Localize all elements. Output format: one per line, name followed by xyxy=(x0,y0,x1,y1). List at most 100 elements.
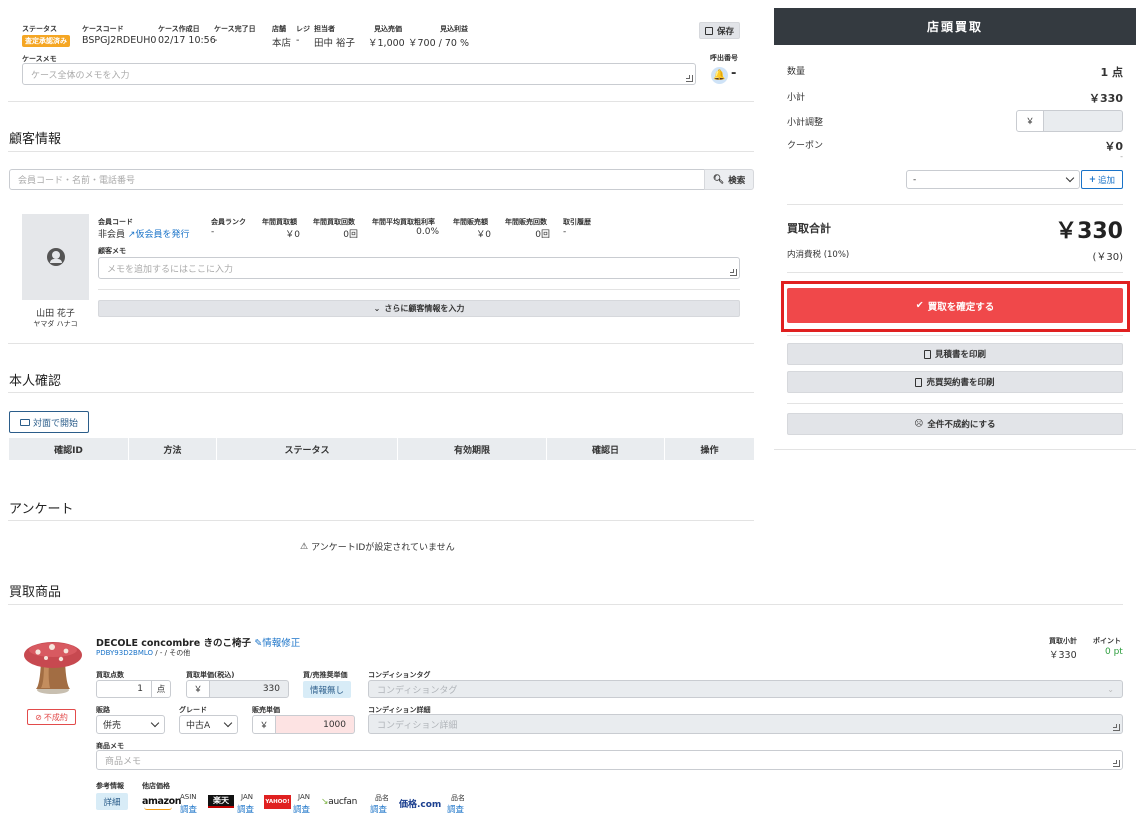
warning-icon: ⚠ xyxy=(300,541,309,552)
recommend-value: 情報無し xyxy=(303,681,351,698)
column-header: ステータス xyxy=(217,438,398,460)
survey-section-title: アンケート xyxy=(9,502,74,517)
yahoo-logo: YAHOO! xyxy=(264,795,291,809)
item-memo-input[interactable]: 商品メモ xyxy=(96,750,1123,770)
print-contract-button[interactable]: 売買契約書を印刷 xyxy=(787,371,1123,393)
ref-detail-button[interactable]: 詳細 xyxy=(96,793,128,810)
adjust-input[interactable] xyxy=(1043,110,1123,132)
resize-handle[interactable] xyxy=(730,269,737,276)
research-link[interactable]: 調査 xyxy=(237,803,254,815)
user-icon xyxy=(46,248,65,266)
tax-label: 内消費税 (10%) xyxy=(787,250,850,260)
shop-kakaku[interactable]: 価格.com 品名 調査 xyxy=(399,793,469,817)
reject-item-button[interactable]: ⊘ 不成約 xyxy=(27,709,76,725)
case-code: BSPGJ2RDEUH0 xyxy=(82,35,157,46)
column-header: 方法 xyxy=(129,438,217,460)
product-code-link[interactable]: PDBY93D2BMLO xyxy=(96,649,153,657)
channel-select[interactable]: 併売 xyxy=(96,715,165,734)
staff-value: 田中 裕子 xyxy=(314,38,356,49)
stat-value: ￥0 xyxy=(476,230,491,240)
add-coupon-button[interactable]: + 追加 xyxy=(1081,170,1123,189)
recommend-label: 買/売推奨単価 xyxy=(303,671,348,679)
stat-value: - xyxy=(211,227,215,237)
stat-label: 会員コード xyxy=(98,218,133,226)
qty-label: 買取点数 xyxy=(96,671,124,679)
column-header: 確認ID xyxy=(9,438,129,460)
stat-label: 年間平均買取粗利率 xyxy=(372,218,435,226)
product-name: DECOLE concombre きのこ椅子 ✎情報修正 xyxy=(96,638,301,649)
summary-qty-label: 数量 xyxy=(787,67,806,77)
amazon-smile-icon xyxy=(144,807,172,810)
chevron-down-icon: ⌄ xyxy=(1107,684,1114,694)
research-link[interactable]: 調査 xyxy=(370,803,387,815)
coupon-label: クーポン xyxy=(787,141,824,151)
stat-value: ￥0 xyxy=(285,230,300,240)
resize-handle[interactable] xyxy=(1113,760,1120,767)
identity-section-title: 本人確認 xyxy=(9,374,62,389)
register-value: - xyxy=(296,35,300,46)
qty-input[interactable]: 1 xyxy=(96,680,152,698)
survey-empty-message: ⚠ アンケートIDが設定されていません xyxy=(300,541,455,554)
call-number-label: 呼出番号 xyxy=(710,54,738,62)
research-link[interactable]: 調査 xyxy=(447,803,464,815)
adjust-yen-prefix: ￥ xyxy=(1016,110,1044,132)
aucfan-logo: ↘aucfan xyxy=(321,797,358,807)
reject-all-button[interactable]: ☹ 全件不成約にする xyxy=(787,413,1123,435)
research-link[interactable]: 調査 xyxy=(180,803,197,815)
pdf-icon xyxy=(915,377,923,387)
grade-select[interactable]: 中古A xyxy=(179,715,238,734)
cond-detail-input[interactable]: コンディション詳細 xyxy=(368,714,1123,734)
stat-value: 0.0% xyxy=(416,227,439,237)
resize-handle[interactable] xyxy=(1113,724,1120,731)
est-profit-value: ￥700 / 70 % xyxy=(408,38,470,49)
print-estimate-button[interactable]: 見積書を印刷 xyxy=(787,343,1123,365)
customer-search-input[interactable]: 会員コード・名前・電話番号 xyxy=(9,169,705,190)
shop-amazon[interactable]: amazon ASIN 調査 xyxy=(142,793,202,817)
status-badge: 査定承認済み xyxy=(22,35,70,47)
chevron-down-icon xyxy=(150,718,160,728)
total-value: ￥330 xyxy=(1055,219,1123,244)
save-button[interactable]: 保存 xyxy=(699,22,740,39)
est-profit-label: 見込利益 xyxy=(440,25,468,33)
sale-price-label: 販売単価 xyxy=(252,706,280,714)
shop-yahoo[interactable]: YAHOO! JAN 調査 xyxy=(264,793,314,817)
sale-price-input[interactable]: 1000 xyxy=(275,715,355,734)
cond-tag-select[interactable]: コンディションタグ ⌄ xyxy=(368,680,1123,698)
est-sale-value: ￥1,000 xyxy=(368,38,405,49)
research-link[interactable]: 調査 xyxy=(293,803,310,815)
call-number-value: - xyxy=(731,66,737,81)
chevron-down-icon: ⌄ xyxy=(373,304,381,313)
resize-handle[interactable] xyxy=(686,75,693,82)
coupon-select[interactable]: - xyxy=(906,170,1080,189)
customer-memo-label: 顧客メモ xyxy=(98,247,126,255)
adjust-label: 小計調整 xyxy=(787,118,824,128)
start-in-person-button[interactable]: 対面で開始 xyxy=(9,411,89,433)
stat-label: 会員ランク xyxy=(211,218,246,226)
more-customer-info-button[interactable]: ⌄ さらに顧客情報を入力 xyxy=(98,300,740,317)
search-icon: 🔍︎ xyxy=(712,174,725,185)
store-value: 本店 xyxy=(272,38,292,49)
edit-info-link[interactable]: ✎情報修正 xyxy=(254,638,300,649)
customer-memo-input[interactable]: メモを追加するにはここに入力 xyxy=(98,257,740,279)
case-memo-input[interactable]: ケース全体のメモを入力 xyxy=(22,63,696,85)
frown-icon: ☹ xyxy=(914,419,924,429)
other-price-label: 他店価格 xyxy=(142,782,170,790)
unit-price-input[interactable]: 330 xyxy=(209,680,289,698)
column-header: 操作 xyxy=(665,438,754,460)
est-sale-label: 見込売価 xyxy=(374,25,402,33)
bell-icon[interactable]: 🔔 xyxy=(711,67,728,84)
cond-tag-label: コンディションタグ xyxy=(368,671,431,679)
shop-rakuten[interactable]: 楽天 JAN 調査 xyxy=(208,793,258,817)
shop-aucfan[interactable]: ↘aucfan 品名 調査 xyxy=(321,793,391,817)
register-label: レジ xyxy=(296,25,310,33)
tax-value: (￥30) xyxy=(1092,252,1123,263)
customer-search-button[interactable]: 🔍︎ 検索 xyxy=(704,169,754,190)
summary-qty-value: 1 点 xyxy=(1100,66,1123,79)
issue-temp-member-link[interactable]: ↗仮会員を発行 xyxy=(128,230,190,240)
confirm-purchase-button[interactable]: ✔ 買取を確定する xyxy=(787,288,1123,323)
customer-section-title: 顧客情報 xyxy=(9,132,62,147)
column-header: 有効期限 xyxy=(398,438,547,460)
stat-label: 取引履歴 xyxy=(563,218,591,226)
check-icon: ✔ xyxy=(915,300,924,311)
points-value: 0 pt xyxy=(1105,647,1123,657)
